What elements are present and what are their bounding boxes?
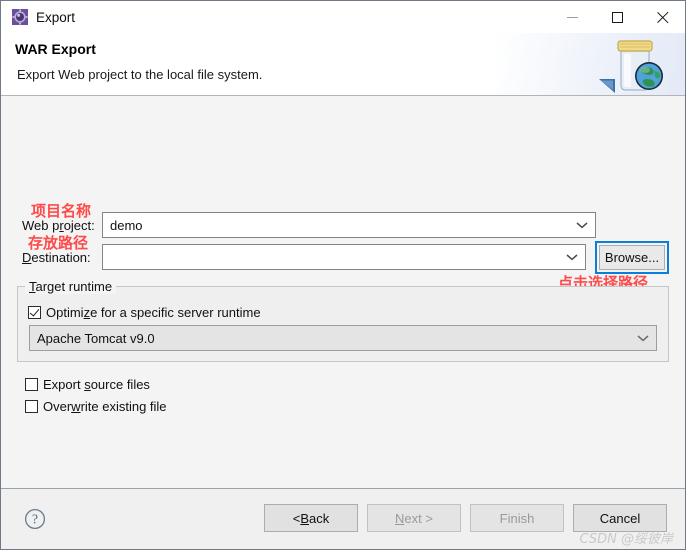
export-source-files-row[interactable]: Export source files: [25, 377, 150, 392]
wizard-banner: WAR Export Export Web project to the loc…: [1, 33, 685, 96]
destination-combo[interactable]: [102, 244, 586, 270]
export-source-files-label: Export source files: [43, 377, 150, 392]
destination-label: Destination:: [22, 250, 91, 265]
web-project-value[interactable]: demo: [103, 218, 569, 233]
optimize-runtime-checkbox[interactable]: [28, 306, 41, 319]
dialog-content: 项目名称 Web project: demo 存放路径 Destination:…: [1, 96, 685, 488]
help-icon[interactable]: ?: [24, 508, 46, 530]
window-title: Export: [36, 9, 76, 25]
window-controls: [550, 1, 685, 33]
optimize-runtime-label: Optimize for a specific server runtime: [46, 305, 261, 320]
runtime-select[interactable]: Apache Tomcat v9.0: [29, 325, 657, 351]
minimize-icon: [567, 16, 578, 18]
browse-button[interactable]: Browse...: [599, 245, 665, 270]
minimize-button[interactable]: [550, 1, 595, 33]
back-button[interactable]: < Back: [264, 504, 358, 532]
csdn-watermark: CSDN @绥彼岸: [579, 532, 673, 547]
war-export-dialog: Export WAR Export Export Web project to …: [0, 0, 686, 550]
runtime-value[interactable]: Apache Tomcat v9.0: [30, 331, 630, 346]
overwrite-existing-file-row[interactable]: Overwrite existing file: [25, 399, 167, 414]
close-button[interactable]: [640, 1, 685, 33]
web-project-label: Web project:: [22, 218, 95, 233]
target-runtime-group-label: Target runtime: [25, 279, 117, 294]
svg-text:?: ?: [32, 512, 38, 527]
finish-button: Finish: [470, 504, 564, 532]
overwrite-existing-file-label: Overwrite existing file: [43, 399, 167, 414]
next-button: Next >: [367, 504, 461, 532]
eclipse-export-icon: [12, 9, 28, 25]
chevron-down-icon[interactable]: [630, 326, 656, 350]
chevron-down-icon[interactable]: [559, 245, 585, 269]
maximize-icon: [612, 11, 623, 23]
maximize-button[interactable]: [595, 1, 640, 33]
chevron-down-icon[interactable]: [569, 213, 595, 237]
banner-title: WAR Export: [15, 41, 96, 57]
dialog-footer: ? < Back Next > Finish Cancel CSDN @绥彼岸: [1, 488, 685, 549]
banner-subtitle: Export Web project to the local file sys…: [17, 67, 263, 82]
web-project-combo[interactable]: demo: [102, 212, 596, 238]
overwrite-existing-file-checkbox[interactable]: [25, 400, 38, 413]
close-icon: [656, 10, 670, 24]
optimize-runtime-checkbox-row[interactable]: Optimize for a specific server runtime: [28, 305, 261, 320]
title-bar: Export: [1, 1, 685, 33]
export-source-files-checkbox[interactable]: [25, 378, 38, 391]
war-jar-globe-icon: [595, 35, 669, 95]
